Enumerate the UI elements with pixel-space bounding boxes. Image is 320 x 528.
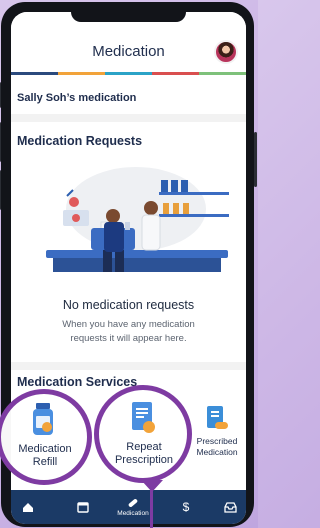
service-label: Medication bbox=[196, 447, 238, 457]
medicine-bottle-icon bbox=[33, 403, 53, 435]
nav-payments[interactable]: $ bbox=[169, 490, 203, 524]
empty-state-message: When you have any medication requests it… bbox=[11, 318, 246, 346]
inbox-icon bbox=[223, 501, 237, 513]
avatar[interactable] bbox=[214, 40, 238, 64]
service-label: Refill bbox=[32, 456, 58, 468]
color-segment bbox=[11, 72, 58, 75]
pharmacy-illustration bbox=[46, 167, 229, 272]
nav-inbox[interactable] bbox=[215, 490, 245, 524]
service-label: Repeat bbox=[126, 441, 162, 453]
phone-notch bbox=[71, 12, 186, 22]
divider bbox=[11, 362, 246, 370]
requests-section-title: Medication Requests bbox=[17, 134, 143, 148]
color-segment bbox=[152, 72, 199, 75]
phone-side-button bbox=[0, 82, 1, 108]
bottom-navigation: Medication $ bbox=[11, 490, 246, 524]
divider bbox=[11, 114, 246, 122]
service-label: Prescription bbox=[114, 454, 174, 466]
header-color-bar bbox=[11, 72, 246, 75]
medication-owner-label[interactable]: Sally Soh’s medication bbox=[17, 92, 136, 104]
color-segment bbox=[58, 72, 105, 75]
callout-line bbox=[150, 490, 153, 528]
phone-power-button bbox=[254, 132, 257, 187]
home-icon bbox=[23, 502, 33, 512]
nav-label: Medication bbox=[117, 510, 149, 517]
service-label: Medication bbox=[18, 443, 72, 455]
services-section-title: Medication Services bbox=[17, 375, 138, 389]
pill-icon bbox=[128, 499, 138, 507]
dollar-icon: $ bbox=[182, 500, 190, 514]
empty-state-line: When you have any medication bbox=[62, 319, 195, 330]
status-bar bbox=[11, 12, 246, 24]
service-repeat-prescription[interactable]: Repeat Prescription bbox=[104, 441, 184, 467]
color-segment bbox=[105, 72, 152, 75]
nav-home[interactable] bbox=[11, 490, 45, 524]
empty-state-line: requests it will appear here. bbox=[70, 333, 187, 344]
empty-state-title: No medication requests bbox=[62, 298, 195, 312]
phone-volume-up-button bbox=[0, 122, 1, 162]
calendar-icon bbox=[77, 502, 89, 513]
page-title: Medication bbox=[92, 43, 165, 60]
prescription-document-icon bbox=[132, 402, 155, 433]
nav-calendar[interactable] bbox=[66, 490, 100, 524]
color-segment bbox=[199, 72, 246, 75]
service-prescribed-medication[interactable]: Prescribed Medication bbox=[189, 436, 245, 458]
prescribed-medication-icon bbox=[207, 406, 228, 429]
phone-volume-down-button bbox=[0, 170, 1, 210]
service-medication-refill[interactable]: Medication Refill bbox=[8, 443, 82, 469]
app-header: Medication bbox=[11, 24, 246, 72]
service-label: Prescribed bbox=[196, 436, 238, 446]
